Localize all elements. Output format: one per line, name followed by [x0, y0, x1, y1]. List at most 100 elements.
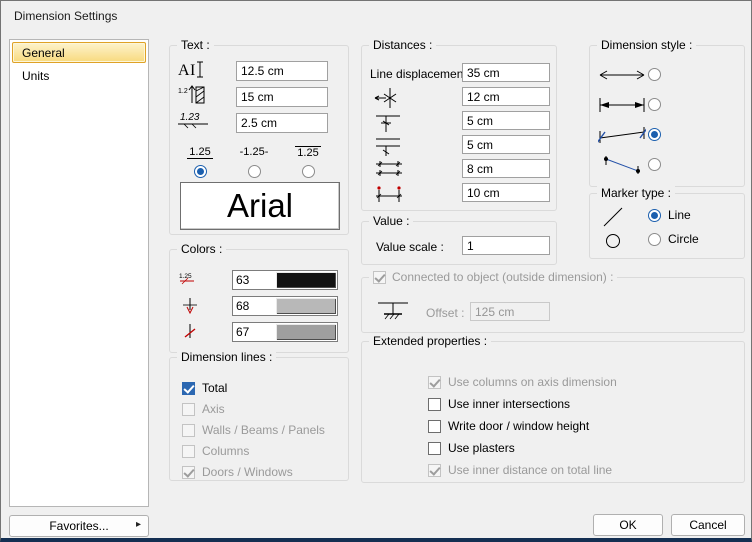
extension-line-gap-icon [374, 87, 404, 109]
marker-circle-label: Circle [668, 232, 699, 246]
total-label: Total [202, 381, 227, 395]
extended-properties-title: Extended properties : [369, 334, 491, 348]
svg-text:1.23: 1.23 [180, 112, 200, 123]
sidebar-item-label: Units [22, 69, 49, 83]
style-open-arrows-radio[interactable] [648, 68, 661, 81]
line-offset-icon [374, 135, 404, 157]
colors-group-title: Colors : [177, 242, 226, 256]
use-columns-label: Use columns on axis dimension [448, 375, 617, 389]
extension-line-gap-input[interactable] [462, 87, 550, 106]
offset-input[interactable] [470, 302, 550, 321]
axis-checkbox[interactable] [182, 403, 195, 416]
offset-dimension-icon [376, 298, 410, 322]
columns-checkbox-row: Columns [182, 444, 249, 458]
svg-text:1.2: 1.2 [178, 88, 188, 95]
dimension-lines-group-title: Dimension lines : [177, 350, 276, 364]
extension-overhang-input[interactable] [462, 111, 550, 130]
text-position-inline-radio[interactable] [248, 165, 261, 178]
connected-to-object-checkbox[interactable] [373, 271, 386, 284]
total-line-distance-input[interactable] [462, 183, 550, 202]
style-slash-ticks-radio[interactable] [648, 128, 661, 141]
text-color-input[interactable] [233, 271, 275, 289]
text-height-input[interactable] [236, 87, 328, 107]
svg-text:A: A [178, 62, 190, 79]
marker-type-group: Marker type : Line Circle [589, 193, 745, 259]
line-color-swatch[interactable] [276, 298, 336, 314]
columns-checkbox[interactable] [182, 445, 195, 458]
marker-line-radio[interactable] [648, 209, 661, 222]
marker-circle-row: Circle [648, 232, 699, 246]
axis-checkbox-row: Axis [182, 402, 225, 416]
line-color-field [232, 296, 338, 316]
line-displacement-label: Line displacement : [370, 67, 473, 81]
style-dots-radio[interactable] [648, 158, 661, 171]
doors-label: Doors / Windows [202, 465, 293, 479]
connected-to-object-group: Connected to object (outside dimension) … [361, 277, 745, 333]
use-plasters-row: Use plasters [428, 441, 515, 455]
doors-checkbox-row: Doors / Windows [182, 465, 293, 479]
door-window-height-checkbox[interactable] [428, 420, 441, 433]
style-filled-arrows-radio[interactable] [648, 98, 661, 111]
line-spacing-input[interactable] [462, 159, 550, 178]
line-offset-input[interactable] [462, 135, 550, 154]
total-checkbox-row: Total [182, 381, 227, 395]
marker-color-swatch[interactable] [276, 324, 336, 340]
text-distance-icon: 1.23 [178, 110, 208, 132]
text-position-below-radio[interactable] [302, 165, 315, 178]
doors-checkbox[interactable] [182, 466, 195, 479]
inner-intersections-checkbox[interactable] [428, 398, 441, 411]
dimension-settings-dialog: Dimension Settings General Units Text : … [0, 0, 752, 542]
distances-group-title: Distances : [369, 38, 436, 52]
text-color-swatch[interactable] [276, 272, 336, 288]
line-displacement-input[interactable] [462, 63, 550, 82]
line-color-input[interactable] [233, 297, 275, 315]
ok-button[interactable]: OK [593, 514, 663, 536]
ok-button-label: OK [619, 518, 636, 532]
marker-color-input[interactable] [233, 323, 275, 341]
text-color-icon: 1.25 [178, 270, 204, 290]
text-size-input[interactable] [236, 61, 328, 81]
marker-type-group-title: Marker type : [597, 186, 675, 200]
dimension-style-group: Dimension style : [589, 45, 745, 187]
door-window-height-label: Write door / window height [448, 419, 589, 433]
value-group: Value : Value scale : [361, 221, 557, 265]
value-scale-input[interactable] [462, 236, 550, 255]
sidebar-item-label: General [22, 46, 65, 60]
dimension-style-group-title: Dimension style : [597, 38, 696, 52]
svg-text:1.25: 1.25 [179, 273, 192, 280]
columns-label: Columns [202, 444, 249, 458]
marker-color-icon [178, 322, 204, 342]
dimension-lines-group: Dimension lines : Total Axis Walls / Bea… [169, 357, 349, 481]
distances-group: Distances : Line displacement : [361, 45, 557, 211]
text-position-above-label: 1.25 [176, 146, 224, 159]
sidebar-item-general[interactable]: General [12, 42, 146, 63]
extended-properties-group: Extended properties : Use columns on axi… [361, 341, 745, 483]
marker-circle-radio[interactable] [648, 233, 661, 246]
text-group: Text : A I 1.2 1.23 1.25 -1.25- [169, 45, 349, 235]
inner-distance-checkbox[interactable] [428, 464, 441, 477]
walls-checkbox[interactable] [182, 424, 195, 437]
use-plasters-checkbox[interactable] [428, 442, 441, 455]
walls-label: Walls / Beams / Panels [202, 423, 325, 437]
style-open-arrows-icon [598, 66, 646, 84]
text-line-distance-input[interactable] [236, 113, 328, 133]
marker-line-row: Line [648, 208, 691, 222]
favorites-arrow-icon: ▸ [136, 519, 141, 530]
value-scale-label: Value scale : [376, 240, 444, 254]
category-list: General Units [9, 39, 149, 507]
connected-group-caption: Connected to object (outside dimension) … [369, 270, 617, 284]
connected-group-title: Connected to object (outside dimension) … [392, 270, 613, 284]
total-checkbox[interactable] [182, 382, 195, 395]
font-size-icon: A I [178, 58, 206, 80]
line-spacing-icon [374, 159, 404, 181]
favorites-button-label: Favorites... [49, 519, 108, 533]
text-position-above-radio[interactable] [194, 165, 207, 178]
sidebar-item-units[interactable]: Units [12, 65, 146, 86]
favorites-button[interactable]: Favorites... ▸ [9, 515, 149, 537]
marker-color-field [232, 322, 338, 342]
font-button[interactable]: Arial [180, 182, 340, 230]
cancel-button[interactable]: Cancel [671, 514, 745, 536]
text-position-below-label: 1.25 [284, 146, 332, 159]
use-columns-checkbox[interactable] [428, 376, 441, 389]
offset-label: Offset : [426, 306, 464, 320]
